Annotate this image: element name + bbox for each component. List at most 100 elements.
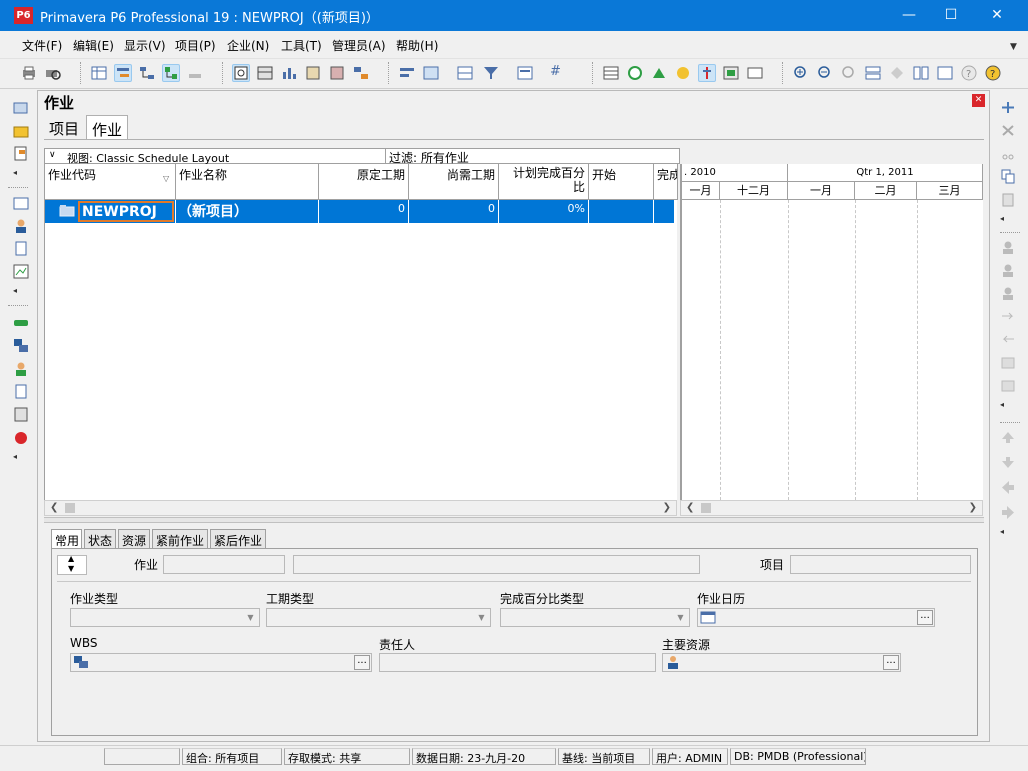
bar-style-icon[interactable]: [398, 64, 416, 82]
layout-columns-icon[interactable]: [422, 64, 440, 82]
sort-icon[interactable]: ▽: [163, 174, 169, 183]
panes-icon[interactable]: [912, 64, 930, 82]
stepper-down-icon[interactable]: ▼: [68, 564, 74, 573]
assign-user-icon[interactable]: [1000, 286, 1016, 301]
cut-icon[interactable]: [1000, 146, 1016, 161]
row-code-cell[interactable]: NEWPROJ: [45, 200, 176, 223]
activity-table-body[interactable]: [44, 200, 677, 500]
activity-details-icon[interactable]: [232, 64, 250, 82]
remaining-duration[interactable]: 0: [409, 200, 499, 223]
bars-icon[interactable]: [114, 64, 132, 82]
assign-role-icon[interactable]: [1000, 263, 1016, 278]
group-sort-icon[interactable]: [516, 64, 534, 82]
columns-icon[interactable]: [90, 64, 108, 82]
chart-icon[interactable]: [280, 64, 298, 82]
chevron-down-icon[interactable]: ▼: [474, 610, 489, 625]
trace-logic-icon[interactable]: [352, 64, 370, 82]
activity-name-field[interactable]: [293, 555, 700, 574]
tab-activities[interactable]: 作业: [86, 115, 129, 139]
project-field[interactable]: [790, 555, 971, 574]
col-header-remaining-duration[interactable]: 尚需工期: [409, 164, 499, 200]
resource-browse-button[interactable]: ...: [883, 655, 899, 670]
table-horizontal-scrollbar[interactable]: ❮ ❯: [44, 500, 677, 516]
calendar-field[interactable]: ...: [697, 608, 935, 627]
wbs-icon[interactable]: [138, 64, 156, 82]
col-header-activity-name[interactable]: 作业名称: [176, 164, 319, 200]
minimize-button[interactable]: —: [886, 0, 932, 31]
menu-view[interactable]: 显示(V): [124, 37, 166, 54]
assign-predecessor-icon[interactable]: [1000, 309, 1016, 324]
col-header-original-duration[interactable]: 原定工期: [319, 164, 409, 200]
assign-code-icon[interactable]: [1000, 378, 1016, 393]
numbering-icon[interactable]: #: [550, 64, 568, 82]
grid-icon[interactable]: [456, 64, 474, 82]
activity-id-field[interactable]: [163, 555, 285, 574]
gantt-horizontal-scrollbar[interactable]: ❮ ❯: [680, 500, 983, 516]
expenses-icon[interactable]: [13, 407, 29, 422]
copy-icon[interactable]: [1000, 169, 1016, 184]
tracking-side-icon[interactable]: [13, 264, 29, 279]
tracking-icon[interactable]: [186, 64, 204, 82]
resource-profile-icon[interactable]: [328, 64, 346, 82]
activity-code[interactable]: NEWPROJ: [78, 201, 174, 222]
finish-date[interactable]: [654, 200, 675, 223]
store-period-icon[interactable]: [746, 64, 764, 82]
spreadsheet-icon[interactable]: [602, 64, 620, 82]
pane-splitter[interactable]: [44, 517, 984, 523]
menu-project[interactable]: 项目(P): [175, 37, 216, 54]
paste-icon[interactable]: [1000, 192, 1016, 207]
bottom-layout-icon[interactable]: [936, 64, 954, 82]
assign-successor-icon[interactable]: [1000, 332, 1016, 347]
calendar-browse-button[interactable]: ...: [917, 610, 933, 625]
col-header-finish[interactable]: 完成: [654, 164, 678, 200]
start-date[interactable]: [589, 200, 654, 223]
documents-icon[interactable]: [13, 384, 29, 399]
menubar-overflow-icon[interactable]: ▼: [1010, 42, 1017, 52]
move-down-icon[interactable]: [1000, 455, 1016, 470]
col-header-start[interactable]: 开始: [589, 164, 654, 200]
resources-icon[interactable]: [13, 218, 29, 233]
issues-icon[interactable]: [13, 430, 29, 445]
tab-projects[interactable]: 项目: [44, 115, 84, 139]
percent-type-select[interactable]: ▼: [500, 608, 690, 627]
zoom-out-icon[interactable]: [816, 64, 834, 82]
move-up-icon[interactable]: [1000, 430, 1016, 445]
print-preview-icon[interactable]: [44, 64, 62, 82]
zoom-in-icon[interactable]: [792, 64, 810, 82]
menu-edit[interactable]: 编辑(E): [73, 37, 114, 54]
duration-type-select[interactable]: ▼: [266, 608, 491, 627]
help-icon[interactable]: ?: [960, 64, 978, 82]
zoom-fit-icon[interactable]: [840, 64, 858, 82]
wbs-blocks-icon[interactable]: [13, 338, 29, 353]
level-icon[interactable]: [650, 64, 668, 82]
projects-icon[interactable]: [13, 100, 29, 115]
assign-steps-icon[interactable]: [1000, 355, 1016, 370]
tab-general[interactable]: 常用: [51, 529, 82, 549]
close-button[interactable]: ✕: [974, 0, 1020, 31]
col-header-activity-id[interactable]: 作业代码 ▽: [45, 164, 176, 200]
filter-icon[interactable]: [482, 64, 500, 82]
baseline-icon[interactable]: [722, 64, 740, 82]
tab-successors[interactable]: 紧后作业: [210, 529, 266, 549]
menu-enterprise[interactable]: 企业(N): [227, 37, 269, 54]
diamond-icon[interactable]: [888, 64, 906, 82]
panel-close-button[interactable]: ✕: [972, 94, 985, 107]
menu-help[interactable]: 帮助(H): [396, 37, 438, 54]
chevron-down-icon[interactable]: ▼: [673, 610, 688, 625]
primary-resource-field[interactable]: ...: [662, 653, 901, 672]
maximize-button[interactable]: ☐: [928, 0, 974, 31]
add-icon[interactable]: [1000, 100, 1016, 115]
tab-status[interactable]: 状态: [84, 529, 116, 549]
tab-resources[interactable]: 资源: [118, 529, 150, 549]
activity-name[interactable]: （新项目）: [176, 200, 319, 223]
help-assistant-icon[interactable]: ?: [984, 64, 1002, 82]
responsible-field[interactable]: [379, 653, 656, 672]
move-right-icon[interactable]: [1000, 505, 1016, 520]
split-icon[interactable]: [864, 64, 882, 82]
percent-complete[interactable]: 0%: [499, 200, 589, 223]
table-icon[interactable]: [256, 64, 274, 82]
wbs-browse-button[interactable]: ...: [354, 655, 370, 670]
move-left-icon[interactable]: [1000, 480, 1016, 495]
menu-tools[interactable]: 工具(T): [281, 37, 322, 54]
activity-type-select[interactable]: ▼: [70, 608, 260, 627]
